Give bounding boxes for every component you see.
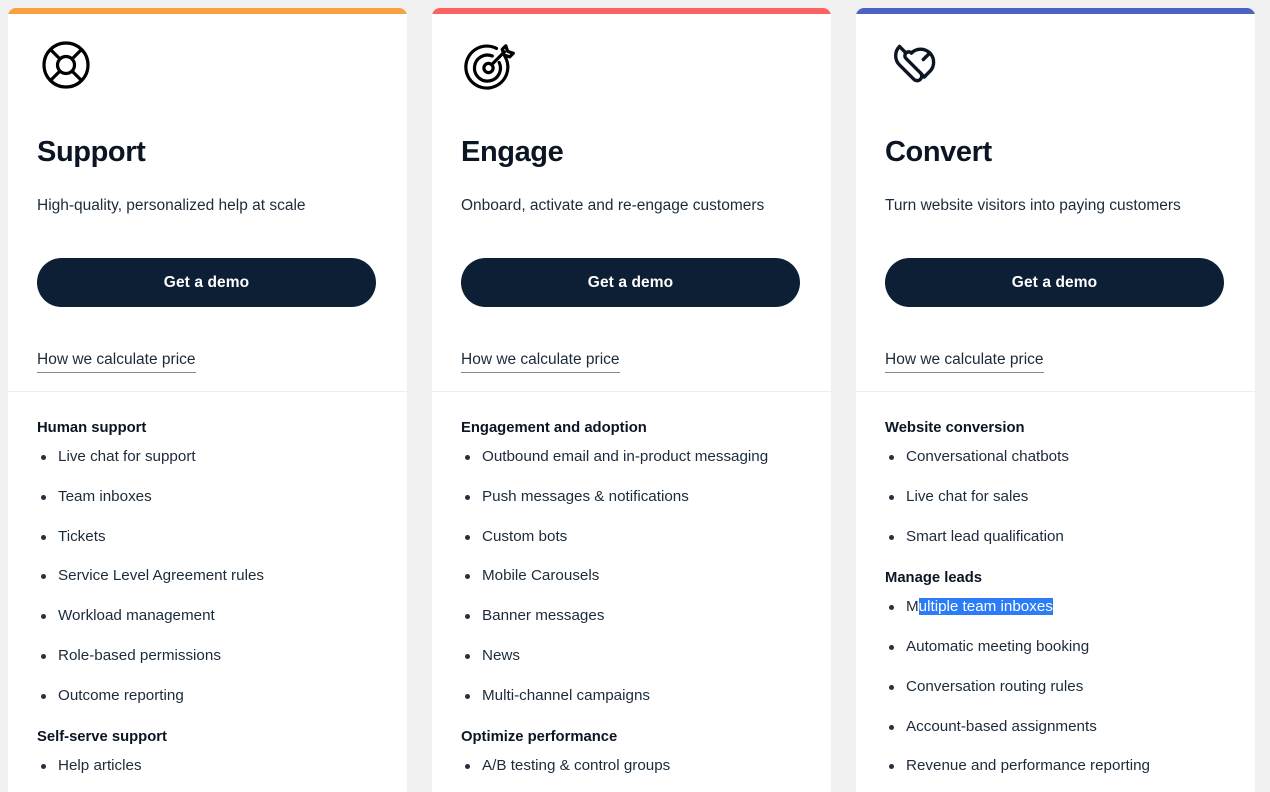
card-body-engage: Engagement and adoption Outbound email a… — [432, 392, 831, 792]
feature-list: Live chat for support Team inboxes Ticke… — [37, 447, 378, 705]
plan-card-engage[interactable]: Engage Onboard, activate and re-engage c… — [432, 8, 831, 792]
feature-group: Human support Live chat for support Team… — [37, 420, 378, 705]
how-we-calculate-price-link-convert[interactable]: How we calculate price — [885, 351, 1044, 374]
list-item: Smart lead qualification — [885, 527, 1226, 547]
feature-list: Help articles Conversational bots — [37, 756, 378, 792]
plan-card-convert[interactable]: Convert Turn website visitors into payin… — [856, 8, 1255, 792]
list-item: Mobile Carousels — [461, 566, 802, 586]
feature-group-title: Engagement and adoption — [461, 420, 647, 436]
card-header-convert: Convert Turn website visitors into payin… — [856, 14, 1255, 392]
card-title-support: Support — [37, 136, 146, 168]
get-a-demo-button-convert[interactable]: Get a demo — [885, 258, 1224, 308]
target-arrow-icon — [461, 36, 802, 94]
how-we-calculate-price-link-engage[interactable]: How we calculate price — [461, 351, 620, 374]
list-item: Outcome reporting — [37, 686, 378, 706]
list-item: Banner messages — [461, 606, 802, 626]
list-item: Multi-channel campaigns — [461, 686, 802, 706]
list-item: Outbound email and in-product messaging — [461, 447, 802, 467]
list-item: Push messages & notifications — [461, 487, 802, 507]
list-item: News — [461, 646, 802, 666]
list-item: Workload management — [37, 606, 378, 626]
feature-list: Outbound email and in-product messaging … — [461, 447, 802, 705]
feature-group: Self-serve support Help articles Convers… — [37, 729, 378, 792]
feature-group: Engagement and adoption Outbound email a… — [461, 420, 802, 705]
list-item: Automatic meeting booking — [885, 637, 1226, 657]
card-subtitle-convert: Turn website visitors into paying custom… — [885, 197, 1181, 215]
plan-card-support[interactable]: Support High-quality, personalized help … — [8, 8, 407, 792]
plan-cards-board: Support High-quality, personalized help … — [0, 0, 1270, 792]
feature-group-title: Self-serve support — [37, 729, 167, 746]
list-item: Account-based assignments — [885, 717, 1226, 737]
get-a-demo-button-support[interactable]: Get a demo — [37, 258, 376, 308]
list-item: Service Level Agreement rules — [37, 566, 378, 586]
feature-group-title: Manage leads — [885, 570, 983, 587]
list-item: Revenue and performance reporting — [885, 756, 1226, 776]
card-subtitle-support: High-quality, personalized help at scale — [37, 197, 306, 215]
list-item: Tickets — [37, 527, 378, 547]
feature-list: A/B testing & control groups Message ver… — [461, 756, 802, 792]
list-item: A/B testing & control groups — [461, 756, 802, 776]
list-item: Live chat for sales — [885, 487, 1226, 507]
list-item-selected: Multiple team inboxes — [885, 597, 1226, 617]
list-item: Team inboxes — [37, 487, 378, 507]
list-item: Role-based permissions — [37, 646, 378, 666]
list-item: Live chat for support — [37, 447, 378, 467]
feature-group: Manage leads Multiple team inboxes Autom… — [885, 570, 1226, 776]
card-body-convert: Website conversion Conversational chatbo… — [856, 392, 1255, 792]
card-body-support: Human support Live chat for support Team… — [8, 392, 407, 792]
list-item: Conversational chatbots — [885, 447, 1226, 467]
list-item: Help articles — [37, 756, 378, 776]
card-title-engage: Engage — [461, 136, 564, 168]
feature-group: Website conversion Conversational chatbo… — [885, 420, 1226, 546]
card-header-engage: Engage Onboard, activate and re-engage c… — [432, 14, 831, 392]
get-a-demo-button-engage[interactable]: Get a demo — [461, 258, 800, 308]
magnet-icon — [885, 36, 1226, 94]
feature-group-title: Website conversion — [885, 420, 1025, 436]
feature-group-title: Human support — [37, 420, 147, 436]
card-header-support: Support High-quality, personalized help … — [8, 14, 407, 392]
card-title-convert: Convert — [885, 136, 992, 168]
list-item: Conversation routing rules — [885, 677, 1226, 697]
feature-list: Multiple team inboxes Automatic meeting … — [885, 597, 1226, 776]
list-item: Custom bots — [461, 527, 802, 547]
text-selection-highlight: ultiple team inboxes — [918, 598, 1053, 616]
how-we-calculate-price-link-support[interactable]: How we calculate price — [37, 351, 196, 374]
lifebuoy-icon — [37, 36, 378, 94]
feature-group: Optimize performance A/B testing & contr… — [461, 729, 802, 792]
feature-group-title: Optimize performance — [461, 729, 618, 746]
card-subtitle-engage: Onboard, activate and re-engage customer… — [461, 197, 765, 215]
feature-list: Conversational chatbots Live chat for sa… — [885, 447, 1226, 546]
